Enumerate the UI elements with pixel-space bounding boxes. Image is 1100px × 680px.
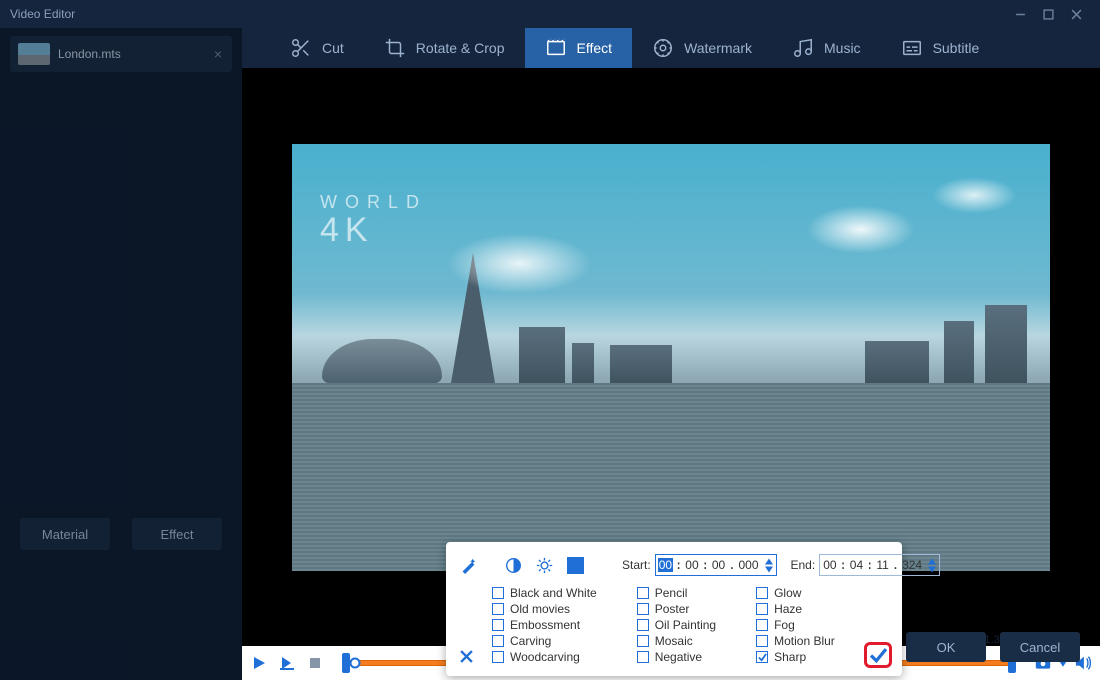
filter-checkbox[interactable]: Motion Blur [756, 634, 835, 648]
filter-checkbox[interactable]: Fog [756, 618, 835, 632]
checkbox-icon [637, 619, 649, 631]
window-title: Video Editor [10, 7, 75, 21]
end-time-field: End: 00:04:11.324 [791, 554, 941, 576]
scissors-icon [290, 37, 312, 59]
end-time-input[interactable]: 00:04:11.324 [819, 554, 940, 576]
checkbox-icon [637, 635, 649, 647]
stop-button[interactable] [304, 652, 326, 674]
start-time-field: Start: 00:00:00.000 [622, 554, 777, 576]
checkbox-icon [492, 587, 504, 599]
filter-label: Woodcarving [510, 650, 580, 664]
filter-label: Motion Blur [774, 634, 835, 648]
checkbox-icon [756, 651, 768, 663]
filter-checkbox[interactable]: Pencil [637, 586, 716, 600]
effect-filter-popup: Start: 00:00:00.000 End: 00:04:11.324 Bl… [446, 542, 902, 676]
color-tile-icon[interactable] [567, 554, 584, 576]
preview-watermark: WORLD 4K [320, 192, 427, 246]
filter-checkbox[interactable]: Poster [637, 602, 716, 616]
play-button[interactable] [248, 652, 270, 674]
cancel-button[interactable]: Cancel [1000, 632, 1080, 662]
ok-button[interactable]: OK [906, 632, 986, 662]
filter-checkbox[interactable]: Sharp [756, 650, 835, 664]
maximize-button[interactable] [1034, 0, 1062, 28]
popup-apply-button[interactable] [864, 642, 892, 668]
end-time-spinner[interactable] [927, 557, 937, 573]
music-icon [792, 37, 814, 59]
filter-checkbox[interactable]: Carving [492, 634, 597, 648]
remove-clip-button[interactable]: × [214, 46, 222, 62]
filter-checkbox[interactable]: Negative [637, 650, 716, 664]
sidebar-tab-material[interactable]: Material [20, 518, 110, 550]
checkbox-icon [756, 619, 768, 631]
sidebar: London.mts × Material Effect [0, 28, 242, 680]
filter-checkbox[interactable]: Woodcarving [492, 650, 597, 664]
checkbox-icon [637, 603, 649, 615]
editor-tabs: Cut Rotate & Crop Effect Watermark Music… [242, 28, 1100, 68]
checkbox-icon [637, 651, 649, 663]
tab-cut[interactable]: Cut [270, 28, 364, 68]
checkbox-icon [756, 635, 768, 647]
filter-checkbox[interactable]: Oil Painting [637, 618, 716, 632]
tab-watermark[interactable]: Watermark [632, 28, 772, 68]
filter-label: Mosaic [655, 634, 693, 648]
popup-close-button[interactable] [460, 650, 473, 666]
contrast-icon[interactable] [505, 554, 522, 576]
checkbox-icon [492, 619, 504, 631]
filter-checkbox[interactable]: Old movies [492, 602, 597, 616]
checkbox-icon [492, 651, 504, 663]
filter-label: Black and White [510, 586, 597, 600]
filter-label: Sharp [774, 650, 806, 664]
filter-checkbox[interactable]: Haze [756, 602, 835, 616]
start-time-spinner[interactable] [764, 557, 774, 573]
subtitle-icon [901, 37, 923, 59]
clip-thumbnail [18, 43, 50, 65]
filter-label: Poster [655, 602, 690, 616]
preview-image: WORLD 4K [292, 144, 1050, 571]
playhead[interactable] [350, 658, 361, 669]
filter-label: Old movies [510, 602, 570, 616]
checkbox-icon [492, 635, 504, 647]
filter-label: Negative [655, 650, 702, 664]
checkbox-icon [637, 587, 649, 599]
checkbox-icon [756, 603, 768, 615]
filter-label: Pencil [655, 586, 688, 600]
start-time-input[interactable]: 00:00:00.000 [655, 554, 777, 576]
brightness-icon[interactable] [536, 554, 553, 576]
effect-icon [545, 37, 567, 59]
watermark-icon [652, 37, 674, 59]
titlebar: Video Editor [0, 0, 1100, 28]
tab-rotate-crop[interactable]: Rotate & Crop [364, 28, 525, 68]
tab-music[interactable]: Music [772, 28, 881, 68]
checkbox-icon [492, 603, 504, 615]
clip-chip[interactable]: London.mts × [10, 36, 232, 72]
tab-effect[interactable]: Effect [525, 28, 633, 68]
minimize-button[interactable] [1006, 0, 1034, 28]
filter-list: Black and White Old movies Embossment Carvi… [492, 586, 888, 664]
filter-label: Fog [774, 618, 795, 632]
sidebar-tab-effect[interactable]: Effect [132, 518, 222, 550]
filter-label: Embossment [510, 618, 580, 632]
filter-checkbox[interactable]: Black and White [492, 586, 597, 600]
magic-wand-icon[interactable] [460, 554, 477, 576]
filter-label: Haze [774, 602, 802, 616]
filter-checkbox[interactable]: Mosaic [637, 634, 716, 648]
clip-filename: London.mts [58, 47, 121, 61]
filter-checkbox[interactable]: Glow [756, 586, 835, 600]
close-window-button[interactable] [1062, 0, 1090, 28]
crop-icon [384, 37, 406, 59]
filter-label: Oil Painting [655, 618, 716, 632]
filter-checkbox[interactable]: Embossment [492, 618, 597, 632]
play-range-button[interactable] [276, 652, 298, 674]
filter-label: Glow [774, 586, 801, 600]
tab-subtitle[interactable]: Subtitle [881, 28, 1000, 68]
checkbox-icon [756, 587, 768, 599]
filter-label: Carving [510, 634, 551, 648]
